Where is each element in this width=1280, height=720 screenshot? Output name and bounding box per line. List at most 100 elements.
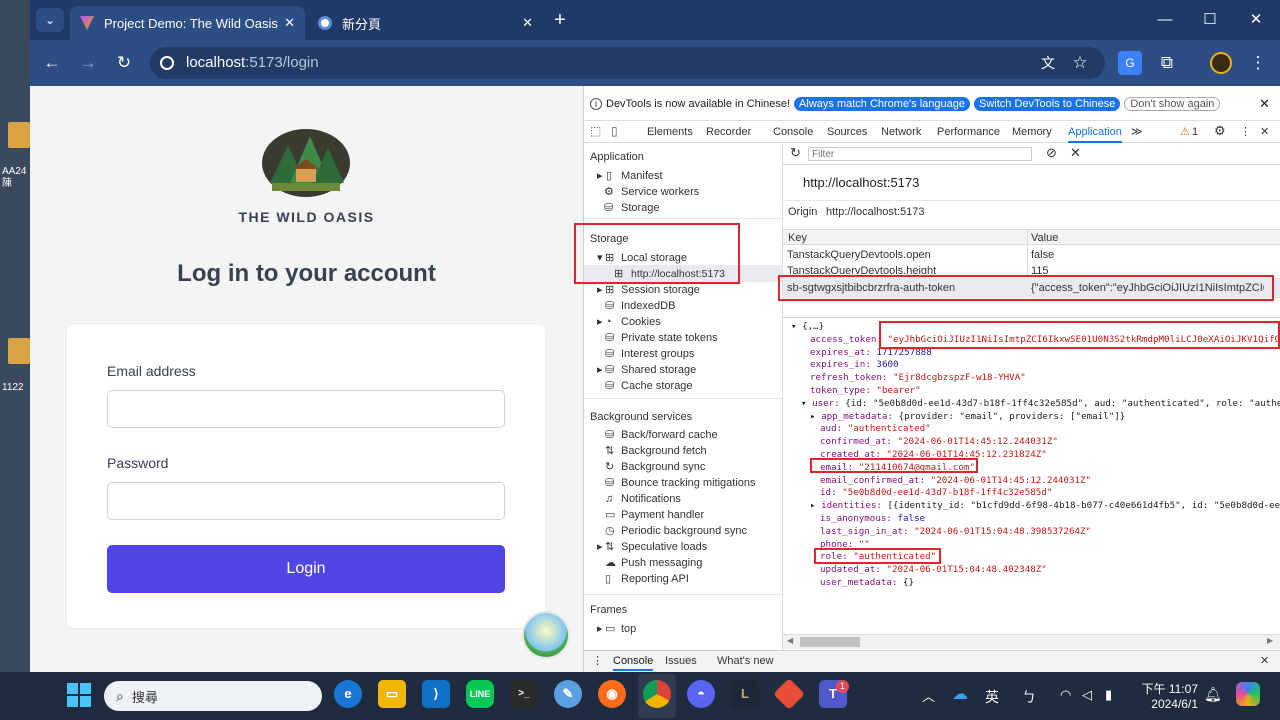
sidebar-item-cache-storage[interactable]: Cache storage [621,378,693,394]
devtools-menu-icon[interactable]: ⋮ [1240,124,1251,140]
tab-elements[interactable]: Elements [647,124,693,140]
tab-performance[interactable]: Performance [937,124,1000,140]
sidebar-item-shared-storage[interactable]: Shared storage [621,362,696,378]
desktop-folder-icon[interactable] [8,122,30,148]
sidebar-item-manifest[interactable]: Manifest [621,168,663,184]
close-icon[interactable]: ✕ [1259,96,1270,112]
json-line-identities[interactable]: ▸ identities: [{identity_id: "b1cfd9dd-6… [791,500,1280,513]
tab-network[interactable]: Network [881,124,921,140]
terminal-icon[interactable]: >_ [510,680,538,708]
expand-arrow-icon[interactable]: ▸ [597,362,603,378]
chrome-icon[interactable] [643,680,671,708]
site-info-icon[interactable] [160,56,174,70]
drawer-tab-issues[interactable]: Issues [665,653,697,669]
more-tabs-icon[interactable]: ≫ [1131,124,1143,140]
close-icon[interactable]: ✕ [1260,653,1269,669]
tab-console[interactable]: Console [773,124,813,140]
drawer-menu-icon[interactable]: ⋮ [592,653,603,669]
wifi-icon[interactable]: ◠ [1060,687,1071,703]
translate-icon[interactable]: 文 [1036,51,1060,75]
close-icon[interactable]: ✕ [284,15,295,31]
sidebar-item-private-state-tokens[interactable]: Private state tokens [621,330,718,346]
reload-icon[interactable]: ↻ [112,51,136,75]
switch-to-chinese-button[interactable]: Switch DevTools to Chinese [974,97,1121,111]
scroll-right-icon[interactable]: ▶ [1267,636,1273,645]
sidebar-item-session-storage[interactable]: Session storage [621,282,700,298]
sidebar-item-interest-groups[interactable]: Interest groups [621,346,694,362]
clock-date[interactable]: 2024/6/1 [1140,697,1198,711]
menu-icon[interactable]: ⋮ [1246,51,1270,75]
table-row-value[interactable]: false [1031,247,1054,263]
warning-icon[interactable]: ⚠ [1180,124,1190,140]
sidebar-item-back-forward-cache[interactable]: Back/forward cache [621,427,718,443]
always-match-language-button[interactable]: Always match Chrome's language [794,97,971,111]
volume-icon[interactable]: ◁ [1082,687,1092,703]
sidebar-item-background-sync[interactable]: Background sync [621,459,705,475]
expand-arrow-icon[interactable]: ▸ [597,539,603,555]
profile-avatar[interactable] [1210,52,1232,74]
expand-arrow-icon[interactable]: ▸ [597,621,603,637]
tab-sources[interactable]: Sources [827,124,867,140]
desktop-folder-icon[interactable] [8,338,30,364]
sidebar-item-indexeddb[interactable]: IndexedDB [621,298,675,314]
file-explorer-icon[interactable]: ▭ [378,680,406,708]
sidebar-item-reporting-api[interactable]: Reporting API [621,571,689,587]
input-language[interactable]: 英 [985,687,999,707]
new-tab-button[interactable]: + [548,8,572,32]
sidebar-item-bounce-tracking[interactable]: Bounce tracking mitigations [621,475,756,491]
translate-extension-icon[interactable]: G [1118,51,1142,75]
sidebar-item-service-workers[interactable]: Service workers [621,184,699,200]
dont-show-again-button[interactable]: Don't show again [1124,97,1221,111]
sidebar-item-payment-handler[interactable]: Payment handler [621,507,704,523]
back-icon[interactable]: ← [40,51,64,75]
device-toolbar-icon[interactable]: ▯ [611,124,618,138]
drawer-tab-console[interactable]: Console [613,653,654,671]
windows-start-icon[interactable] [67,683,91,707]
inspect-element-icon[interactable]: ⬚ [590,124,601,138]
discord-icon[interactable]: ◓ [687,680,715,708]
bookmark-star-icon[interactable]: ☆ [1068,51,1092,75]
notification-bell-icon[interactable]: 🔔︎ [1204,686,1222,703]
maximize-button[interactable]: ☐ [1198,8,1222,32]
tab-application[interactable]: Application [1068,124,1122,143]
taskbar-search[interactable]: ⌕ 搜尋 [104,681,322,711]
close-icon[interactable]: ✕ [1260,124,1269,140]
forward-icon[interactable]: → [76,51,100,75]
table-row-key[interactable]: TanstackQueryDevtools.open [787,247,1025,263]
tab-project-demo[interactable]: Project Demo: The Wild Oasis ✕ [70,6,305,40]
sidebar-item-notifications[interactable]: Notifications [621,491,681,507]
tab-recorder[interactable]: Recorder [706,124,751,140]
chevron-up-icon[interactable]: ︿ [922,686,935,705]
extensions-icon[interactable]: ⧉ [1155,51,1179,75]
sidebar-item-cookies[interactable]: Cookies [621,314,661,330]
sidebar-item-storage[interactable]: Storage [621,200,660,216]
clock-time[interactable]: 下午 11:07 [1140,680,1198,697]
drawer-tab-whats-new[interactable]: What's new [717,653,774,669]
expand-arrow-icon[interactable]: ▸ [597,282,603,298]
refresh-icon[interactable]: ↻ [790,145,801,161]
table-row-value[interactable]: 115 [1031,263,1049,274]
expand-arrow-icon[interactable]: ▸ [597,168,603,184]
ime-mode[interactable]: ㄅ [1022,687,1036,707]
clear-all-icon[interactable]: ⊘ [1046,145,1057,161]
address-bar[interactable]: localhost:5173/login [150,47,1105,79]
delete-selected-icon[interactable]: ✕ [1070,145,1081,161]
firefox-icon[interactable]: ◉ [598,680,626,708]
sidebar-item-background-fetch[interactable]: Background fetch [621,443,707,459]
filter-input[interactable] [808,147,1032,161]
tab-memory[interactable]: Memory [1012,124,1052,140]
league-icon[interactable]: L [731,680,759,708]
tab-search-button[interactable]: ⌄ [36,8,64,32]
settings-gear-icon[interactable]: ⚙ [1214,123,1226,139]
vscode-icon[interactable]: ⟩ [422,680,450,708]
minimize-button[interactable]: — [1153,8,1177,32]
table-row-key[interactable]: TanstackQueryDevtools.height [787,263,1025,274]
onedrive-icon[interactable]: ☁ [952,684,968,704]
expand-arrow-icon[interactable]: ▸ [597,314,603,330]
scrollbar-thumb[interactable] [800,637,860,647]
copilot-icon[interactable] [1236,682,1260,706]
sidebar-item-speculative-loads[interactable]: Speculative loads [621,539,707,555]
tanstack-devtools-toggle[interactable] [522,611,570,659]
sidebar-item-push-messaging[interactable]: Push messaging [621,555,702,571]
json-line-user[interactable]: ▾ user: {id: "5e0b8d0d-ee1d-43d7-b18f-1f… [791,398,1280,411]
